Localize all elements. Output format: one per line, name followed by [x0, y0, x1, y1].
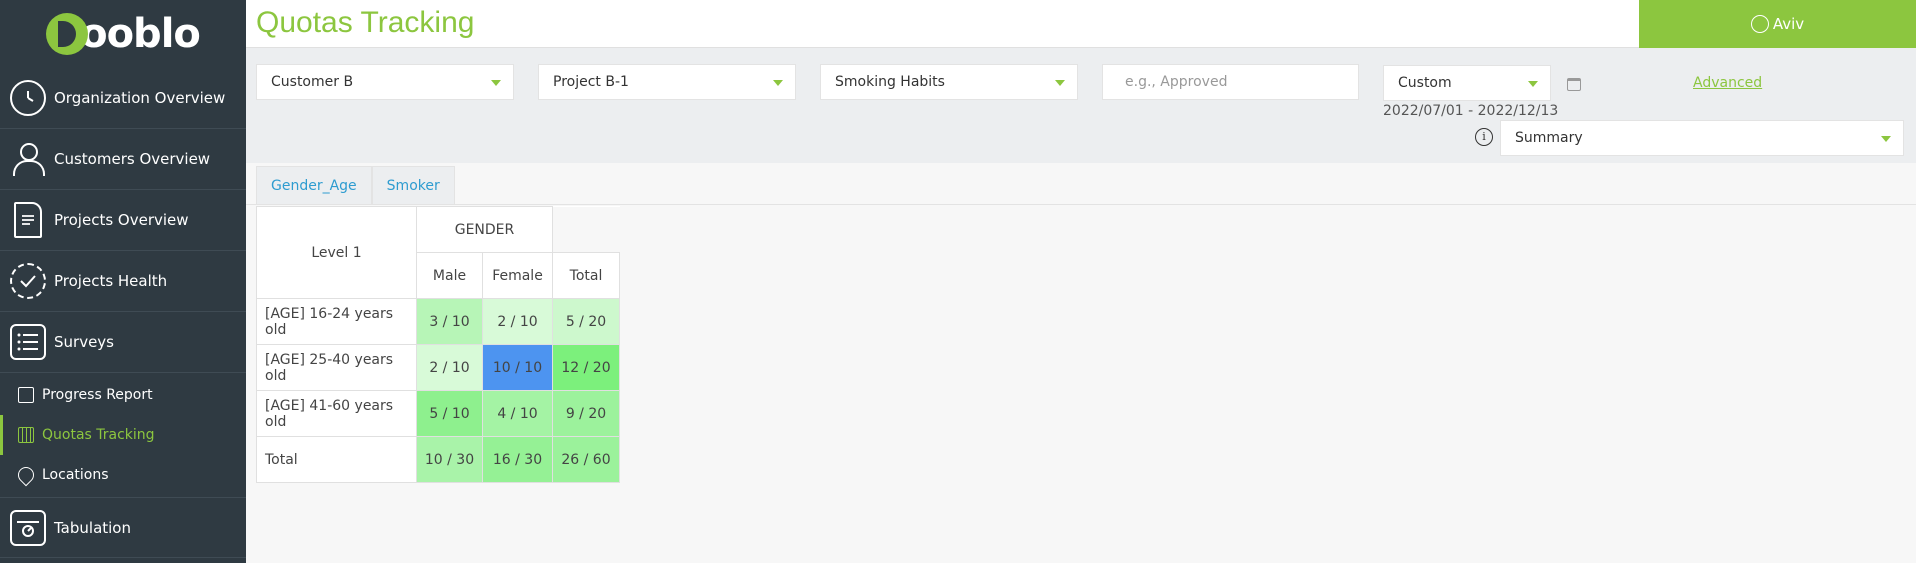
- tab-smoker[interactable]: Smoker: [371, 166, 455, 205]
- info-icon[interactable]: i: [1475, 128, 1493, 146]
- page-title: Quotas Tracking: [256, 6, 475, 39]
- gender-group-header: GENDER: [416, 206, 553, 253]
- quota-tabs: Gender_Age Smoker: [256, 166, 455, 205]
- sidebar-item-locations[interactable]: Locations: [0, 455, 246, 495]
- advanced-link[interactable]: Advanced: [1693, 75, 1762, 91]
- quota-cell[interactable]: 10 / 10: [482, 344, 553, 391]
- row-label: [AGE] 25-40 years old: [256, 344, 417, 391]
- project-select-value: Project B-1: [553, 74, 629, 90]
- quota-cell[interactable]: 2 / 10: [482, 298, 553, 345]
- sidebar-item-label: Locations: [42, 467, 109, 483]
- quota-cell[interactable]: 9 / 20: [552, 390, 620, 437]
- list-icon: [10, 324, 46, 360]
- top-header: Quotas Tracking Aviv: [246, 0, 1916, 48]
- dooblo-logo[interactable]: ooblo: [0, 0, 246, 68]
- sidebar-item-quotas-tracking[interactable]: Quotas Tracking: [0, 415, 246, 455]
- quota-cell[interactable]: 16 / 30: [482, 436, 553, 483]
- view-select[interactable]: Summary: [1500, 120, 1904, 156]
- survey-select[interactable]: Smoking Habits: [820, 64, 1078, 100]
- view-select-value: Summary: [1515, 130, 1583, 146]
- sidebar-item-label: Customers Overview: [54, 150, 211, 168]
- sidebar-item-customers-overview[interactable]: Customers Overview: [0, 129, 246, 190]
- sidebar-item-surveys[interactable]: Surveys: [0, 312, 246, 373]
- gauge-icon: [10, 80, 46, 116]
- row-label: [AGE] 16-24 years old: [256, 298, 417, 345]
- report-icon: [18, 387, 34, 403]
- row-label: [AGE] 41-60 years old: [256, 390, 417, 437]
- quota-cell[interactable]: 3 / 10: [416, 298, 483, 345]
- logo-text: ooblo: [80, 11, 201, 57]
- user-name: Aviv: [1772, 15, 1805, 33]
- sidebar-item-projects-overview[interactable]: Projects Overview: [0, 190, 246, 251]
- sidebar-item-label: Tabulation: [54, 518, 131, 537]
- sidebar-item-label: Projects Overview: [54, 211, 189, 229]
- sidebar-item-organization-overview[interactable]: Organization Overview: [0, 68, 246, 129]
- sidebar-item-label: Projects Health: [54, 272, 168, 290]
- calendar-icon[interactable]: [1567, 78, 1581, 91]
- surveys-submenu: Progress Report Quotas Tracking Location…: [0, 373, 246, 498]
- row-label: Total: [256, 436, 417, 483]
- sidebar-item-projects-health[interactable]: Projects Health: [0, 251, 246, 312]
- quota-cell[interactable]: 12 / 20: [552, 344, 620, 391]
- column-header-total: Total: [552, 252, 620, 299]
- empty-header-cell: [552, 206, 620, 253]
- chevron-down-icon: [1881, 136, 1891, 142]
- tab-gender-age[interactable]: Gender_Age: [256, 166, 372, 205]
- customer-select[interactable]: Customer B: [256, 64, 514, 100]
- column-header-female: Female: [482, 252, 553, 299]
- date-mode-value: Custom: [1398, 75, 1452, 91]
- quota-table: Level 1 GENDER Male Female Total [AGE] 1…: [256, 206, 620, 483]
- date-mode-select[interactable]: Custom: [1383, 65, 1551, 101]
- sidebar-item-label: Surveys: [54, 333, 114, 351]
- quota-cell[interactable]: 5 / 20: [552, 298, 620, 345]
- sidebar-item-progress-report[interactable]: Progress Report: [0, 375, 246, 415]
- quota-cell[interactable]: 5 / 10: [416, 390, 483, 437]
- person-icon: [10, 141, 46, 177]
- quota-cell[interactable]: 26 / 60: [552, 436, 620, 483]
- sidebar-item-label: Progress Report: [42, 387, 153, 403]
- grid-icon: [18, 427, 34, 443]
- user-menu-button[interactable]: Aviv: [1639, 0, 1916, 48]
- date-range-text: 2022/07/01 - 2022/12/13: [1383, 103, 1559, 119]
- map-pin-icon: [14, 463, 38, 487]
- column-header-male: Male: [416, 252, 483, 299]
- sidebar-item-tabulation[interactable]: Tabulation: [0, 498, 246, 558]
- customer-select-value: Customer B: [271, 74, 354, 90]
- quota-cell[interactable]: 2 / 10: [416, 344, 483, 391]
- document-icon: [14, 202, 42, 238]
- table-row: [AGE] 25-40 years old 2 / 10 10 / 10 12 …: [256, 344, 620, 391]
- chevron-down-icon: [1528, 81, 1538, 87]
- survey-select-value: Smoking Habits: [835, 74, 945, 90]
- filter-bar: Customer B Project B-1 Smoking Habits e.…: [246, 48, 1916, 163]
- table-row: [AGE] 41-60 years old 5 / 10 4 / 10 9 / …: [256, 390, 620, 437]
- project-select[interactable]: Project B-1: [538, 64, 796, 100]
- table-row: Total 10 / 30 16 / 30 26 / 60: [256, 436, 620, 483]
- quota-cell[interactable]: 10 / 30: [416, 436, 483, 483]
- status-filter-placeholder: e.g., Approved: [1125, 74, 1228, 90]
- tabulation-icon: [10, 509, 46, 546]
- table-row: [AGE] 16-24 years old 3 / 10 2 / 10 5 / …: [256, 298, 620, 345]
- status-filter-input[interactable]: e.g., Approved: [1102, 64, 1359, 100]
- sidebar-item-label: Organization Overview: [54, 89, 226, 107]
- logo-mark-icon: [46, 13, 89, 55]
- sidebar: ooblo Organization Overview Customers Ov…: [0, 0, 246, 563]
- level-header: Level 1: [256, 206, 417, 299]
- quota-cell[interactable]: 4 / 10: [482, 390, 553, 437]
- refresh-check-icon: [10, 263, 46, 299]
- user-circle-icon: [1750, 15, 1769, 33]
- tabs-divider: [246, 204, 1916, 205]
- sidebar-item-label: Quotas Tracking: [42, 427, 155, 443]
- chevron-down-icon: [1055, 80, 1065, 86]
- chevron-down-icon: [773, 80, 783, 86]
- chevron-down-icon: [491, 80, 501, 86]
